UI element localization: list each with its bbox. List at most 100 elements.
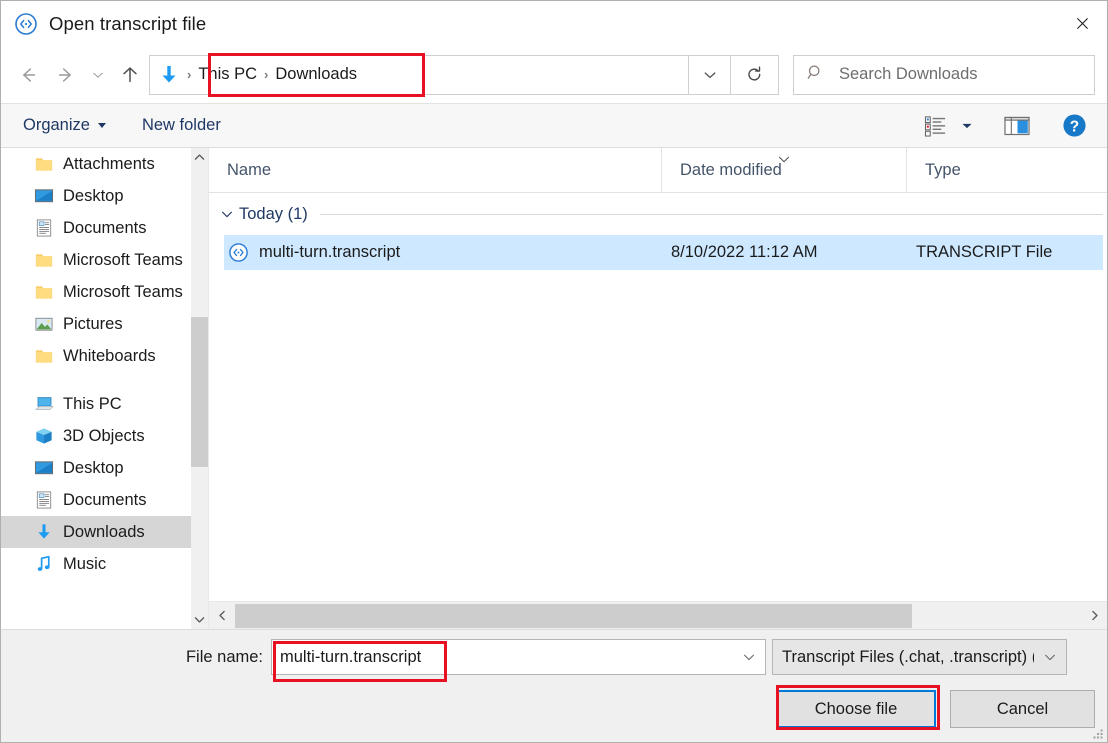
sidebar-item-music[interactable]: Music <box>1 548 208 580</box>
folder-icon <box>33 346 54 367</box>
folder-icon <box>33 250 54 271</box>
chevron-down-icon[interactable] <box>1034 650 1066 664</box>
up-button[interactable] <box>111 55 149 95</box>
transcript-file-icon <box>228 242 249 263</box>
sidebar-item-microsoft-teams-1[interactable]: Microsoft Teams <box>1 244 208 276</box>
search-input[interactable]: Search Downloads <box>793 54 1095 95</box>
chevron-down-icon[interactable] <box>215 207 239 221</box>
file-list-pane: Name Date modified Type Today (1) multi-… <box>209 147 1107 629</box>
breadcrumb-item-this-pc[interactable]: This PC <box>198 65 257 84</box>
view-mode-dropdown[interactable] <box>954 109 980 143</box>
documents-icon <box>33 218 54 239</box>
chevron-up-icon[interactable] <box>191 148 208 167</box>
horizontal-scrollbar-track[interactable] <box>235 602 1081 630</box>
horizontal-scrollbar[interactable] <box>209 601 1107 629</box>
sidebar-scrollbar-track[interactable] <box>191 167 208 610</box>
column-header-type[interactable]: Type <box>906 147 1107 193</box>
forward-button[interactable] <box>47 55 85 95</box>
title-bar: Open transcript file <box>1 1 1107 46</box>
search-icon <box>806 63 825 87</box>
chevron-down-icon[interactable] <box>733 650 765 664</box>
sidebar-item-label: Documents <box>63 218 147 237</box>
sidebar-item-documents-pc[interactable]: Documents <box>1 484 208 516</box>
preview-pane-icon[interactable] <box>998 109 1036 143</box>
breadcrumb-item-downloads[interactable]: Downloads <box>275 65 357 84</box>
file-name-cell: multi-turn.transcript <box>224 242 661 263</box>
sidebar-item-attachments[interactable]: Attachments <box>1 148 208 180</box>
table-row[interactable]: multi-turn.transcript 8/10/2022 11:12 AM… <box>224 235 1103 270</box>
chevron-down-icon[interactable] <box>689 54 731 95</box>
chevron-left-icon[interactable] <box>209 602 235 630</box>
sidebar-item-3d-objects[interactable]: 3D Objects <box>1 420 208 452</box>
sort-descending-icon <box>777 150 792 169</box>
group-header-today[interactable]: Today (1) <box>209 193 1107 235</box>
new-folder-button[interactable]: New folder <box>142 116 221 135</box>
sidebar-item-desktop-pc[interactable]: Desktop <box>1 452 208 484</box>
file-type-filter-value: Transcript Files (.chat, .transcript) ( <box>782 647 1034 666</box>
this-pc-icon <box>33 394 54 415</box>
sidebar-item-label: Music <box>63 554 107 573</box>
column-header-name[interactable]: Name <box>209 148 661 193</box>
folder-tree: Attachments Desktop Documents Microsoft … <box>1 148 208 580</box>
3d-objects-icon <box>33 426 54 447</box>
svg-text:?: ? <box>1070 118 1079 135</box>
file-name-input[interactable]: multi-turn.transcript <box>271 639 766 675</box>
documents-icon <box>33 490 54 511</box>
chevron-down-icon <box>97 123 106 128</box>
recent-locations-button[interactable] <box>85 55 111 95</box>
sidebar-item-label: Downloads <box>63 522 145 541</box>
group-header-label: Today (1) <box>239 204 308 223</box>
breadcrumb-separator-0: › <box>187 67 192 82</box>
file-type-filter-select[interactable]: Transcript Files (.chat, .transcript) ( <box>772 639 1067 675</box>
sidebar-item-label: Microsoft Teams <box>63 250 183 269</box>
sidebar-item-label: Documents <box>63 490 147 509</box>
dialog-buttons: Choose file Cancel <box>776 690 1095 728</box>
organize-button[interactable]: Organize <box>23 116 106 135</box>
refresh-icon[interactable] <box>731 54 779 95</box>
sidebar-item-label: Attachments <box>63 154 155 173</box>
desktop-icon <box>33 458 54 479</box>
sidebar-item-label: Whiteboards <box>63 346 156 365</box>
transcript-file-icon <box>14 12 38 36</box>
group-header-divider <box>319 213 1103 215</box>
folder-icon <box>33 154 54 175</box>
file-list-empty-area[interactable] <box>209 270 1107 601</box>
close-icon[interactable] <box>1057 1 1107 46</box>
file-name-label: multi-turn.transcript <box>259 243 401 261</box>
breadcrumb[interactable]: › This PC › Downloads <box>149 54 689 95</box>
view-list-icon[interactable] <box>917 109 954 143</box>
back-button[interactable] <box>9 55 47 95</box>
cancel-button[interactable]: Cancel <box>950 690 1095 728</box>
help-icon[interactable]: ? <box>1056 109 1093 143</box>
page-title: Open transcript file <box>49 12 207 34</box>
dialog-footer: File name: multi-turn.transcript Transcr… <box>1 629 1107 742</box>
column-header-date-modified[interactable]: Date modified <box>661 147 906 193</box>
dialog-body: Attachments Desktop Documents Microsoft … <box>1 147 1107 629</box>
chevron-down-icon[interactable] <box>191 610 208 629</box>
sidebar-item-downloads[interactable]: Downloads <box>1 516 208 548</box>
sidebar-scrollbar-thumb[interactable] <box>191 317 208 467</box>
new-folder-label: New folder <box>141 116 221 134</box>
sidebar-item-whiteboards[interactable]: Whiteboards <box>1 340 208 372</box>
chevron-right-icon[interactable] <box>1081 602 1107 630</box>
resize-grip-icon[interactable] <box>1092 727 1104 739</box>
address-bar: › This PC › Downloads Search Downloads <box>1 46 1107 103</box>
file-type-cell: TRANSCRIPT File <box>916 243 1053 261</box>
column-headers: Name Date modified Type <box>209 147 1107 193</box>
column-header-label: Name <box>227 160 272 179</box>
search-placeholder: Search Downloads <box>839 65 978 83</box>
music-icon <box>33 554 54 575</box>
file-name-label: File name: <box>185 647 263 666</box>
horizontal-scrollbar-thumb[interactable] <box>235 603 912 628</box>
sidebar-item-label: This PC <box>63 394 122 413</box>
file-name-value: multi-turn.transcript <box>280 647 422 666</box>
sidebar-item-documents[interactable]: Documents <box>1 212 208 244</box>
sidebar-item-label: Microsoft Teams <box>63 282 183 301</box>
sidebar-item-desktop[interactable]: Desktop <box>1 180 208 212</box>
sidebar-item-pictures[interactable]: Pictures <box>1 308 208 340</box>
sidebar-item-this-pc[interactable]: This PC <box>1 388 208 420</box>
choose-file-button[interactable]: Choose file <box>776 690 936 728</box>
sidebar-item-microsoft-teams-2[interactable]: Microsoft Teams <box>1 276 208 308</box>
sidebar-scrollbar[interactable] <box>191 148 208 629</box>
navigation-pane: Attachments Desktop Documents Microsoft … <box>1 148 209 629</box>
